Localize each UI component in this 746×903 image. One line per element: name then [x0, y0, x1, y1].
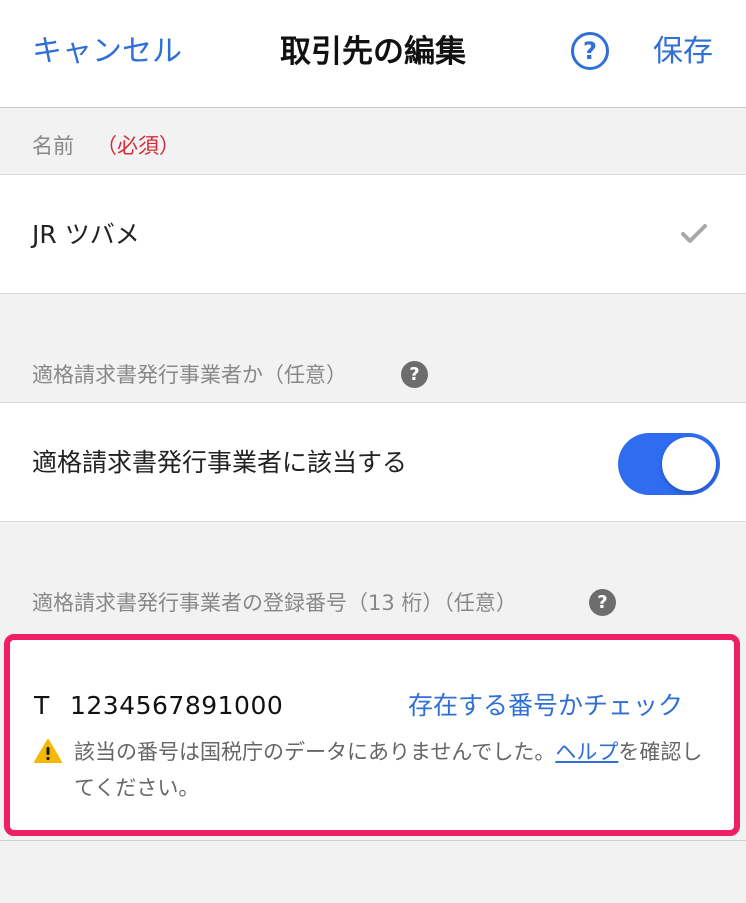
- nav-header: キャンセル 取引先の編集 ? 保存: [0, 0, 746, 108]
- registration-box: T 1234567891000 存在する番号かチェック 該当の番号は国税庁のデー…: [4, 634, 740, 836]
- help-link[interactable]: ヘルプ: [555, 740, 618, 764]
- name-label: 名前: [32, 134, 74, 158]
- checkmark-icon: [681, 224, 707, 243]
- help-icon[interactable]: ?: [571, 32, 609, 70]
- toggle-knob: [662, 437, 716, 491]
- qualified-row: 適格請求書発行事業者に該当する: [0, 402, 746, 522]
- qualified-toggle[interactable]: [618, 433, 720, 495]
- name-value[interactable]: JR ツバメ: [32, 217, 140, 253]
- warning-message: 該当の番号は国税庁のデータにありませんでした。ヘルプを確認してください。: [74, 734, 714, 806]
- qualified-toggle-label: 適格請求書発行事業者に該当する: [32, 448, 408, 477]
- page-title: 取引先の編集: [280, 34, 466, 70]
- name-section-label: 名前 （必須）: [32, 131, 180, 161]
- edit-client-screen: キャンセル 取引先の編集 ? 保存 名前 （必須） JR ツバメ 適格請求書発行事…: [0, 0, 746, 903]
- qualified-help-icon[interactable]: ?: [401, 361, 428, 388]
- warning-text-start: 該当の番号は国税庁のデータにありませんでした。: [74, 740, 556, 764]
- name-row[interactable]: JR ツバメ: [0, 174, 746, 294]
- registration-prefix: T: [34, 691, 50, 720]
- divider: [0, 840, 746, 841]
- warning-icon: [34, 739, 62, 763]
- check-number-link[interactable]: 存在する番号かチェック: [408, 688, 683, 724]
- registration-help-icon[interactable]: ?: [589, 589, 616, 616]
- registration-section-label: 適格請求書発行事業者の登録番号（13 桁）（任意）: [32, 591, 517, 615]
- save-button[interactable]: 保存: [653, 30, 713, 74]
- registration-number-input[interactable]: 1234567891000: [70, 688, 283, 724]
- required-badge: （必須）: [96, 134, 180, 158]
- qualified-section-label: 適格請求書発行事業者か（任意）: [32, 363, 347, 387]
